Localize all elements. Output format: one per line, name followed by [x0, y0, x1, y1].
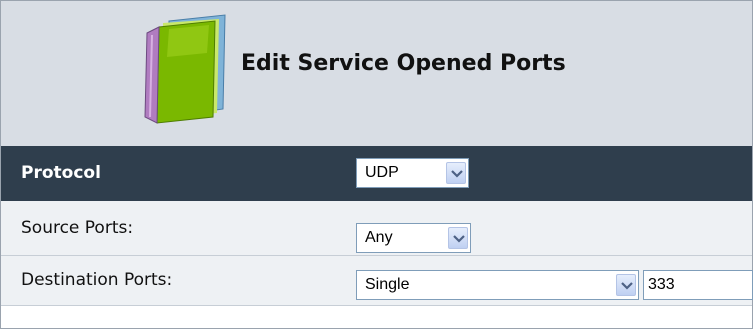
protocol-label: Protocol: [21, 163, 101, 183]
source-ports-row: Source Ports: Any: [1, 201, 752, 256]
destination-port-input[interactable]: 333: [643, 270, 753, 300]
source-ports-value: Any: [365, 229, 393, 246]
source-ports-select[interactable]: Any: [356, 223, 471, 253]
source-ports-label: Source Ports:: [21, 218, 134, 238]
protocol-row: Protocol UDP: [1, 146, 752, 201]
page-title: Edit Service Opened Ports: [241, 51, 566, 76]
destination-ports-value: Single: [365, 276, 410, 293]
chevron-down-icon[interactable]: [616, 274, 636, 296]
protocol-value: UDP: [365, 164, 399, 181]
panel-header: Edit Service Opened Ports: [1, 1, 752, 147]
protocol-select[interactable]: UDP: [356, 158, 469, 188]
destination-ports-select[interactable]: Single: [356, 270, 639, 300]
chevron-down-icon[interactable]: [446, 162, 466, 184]
destination-ports-row: Destination Ports: Single 333: [1, 256, 753, 306]
edit-service-panel: Edit Service Opened Ports Protocol UDP S…: [0, 0, 753, 329]
book-icon: [139, 13, 231, 125]
chevron-down-icon[interactable]: [448, 227, 468, 249]
destination-ports-label: Destination Ports:: [21, 270, 173, 290]
